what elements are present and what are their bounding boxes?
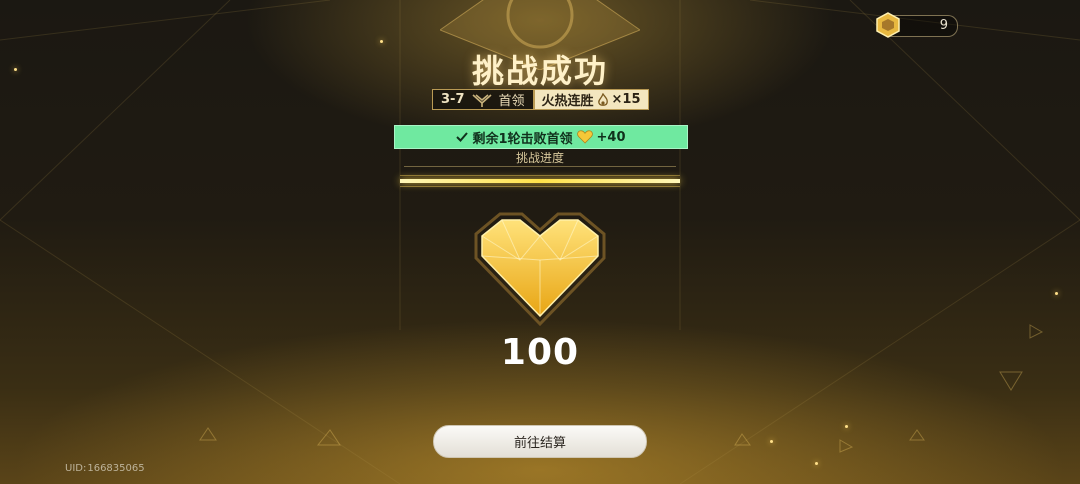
stage-level: 3-7: [441, 92, 465, 107]
streak-count: ×15: [611, 92, 641, 107]
heart-icon: [576, 130, 593, 144]
progress-fill: [400, 179, 680, 183]
bonus-text: 剩余1轮击败首领: [472, 131, 573, 147]
divider: [404, 166, 676, 167]
uid-value: 166835065: [87, 463, 145, 474]
check-icon: [456, 132, 469, 142]
sparkle: [815, 462, 818, 465]
streak-box: 火热连胜 ×15: [533, 89, 649, 110]
stage-box: 3-7 首领: [432, 89, 534, 110]
uid-label: UID:: [65, 463, 87, 474]
progress-label: 挑战进度: [515, 151, 564, 165]
counter-value: 9: [939, 18, 948, 33]
challenge-progress-bar: [400, 175, 680, 187]
sparkle: [380, 40, 383, 43]
streak-label: 火热连胜: [541, 94, 594, 109]
boss-rank-icon: [471, 93, 492, 107]
page-title: 挑战成功: [471, 52, 608, 90]
sparkle: [1055, 292, 1058, 295]
sparkle: [845, 425, 848, 428]
currency-counter[interactable]: 9: [876, 12, 958, 38]
bonus-reward: +40: [596, 129, 626, 145]
bonus-banner: 剩余1轮击败首领 +40: [394, 125, 688, 149]
boss-label: 首领: [498, 94, 525, 109]
heart-gem-icon: [474, 212, 606, 327]
flame-icon: [597, 92, 608, 106]
hex-gem-icon: [876, 12, 900, 38]
sparkle: [770, 440, 773, 443]
go-to-settlement-button[interactable]: 前往结算: [433, 425, 647, 458]
score-value: 100: [500, 332, 580, 373]
uid-text: UID:166835065: [64, 463, 145, 474]
stage-info: 3-7 首领 火热连胜 ×15: [432, 89, 649, 110]
